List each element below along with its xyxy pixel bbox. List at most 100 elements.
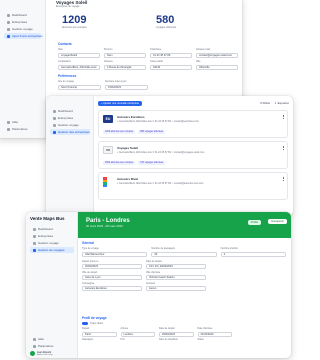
toggle-icon	[82, 322, 88, 325]
table-header: Passagers	[82, 338, 94, 341]
gear-icon	[33, 344, 36, 348]
field-phone[interactable]: 01 23 45 67 89	[150, 53, 192, 58]
table-cell[interactable]: 20/03/2023	[159, 331, 194, 337]
nav-dashboard[interactable]: Dashboard	[50, 108, 90, 114]
avatar	[30, 351, 35, 356]
field-departure-city[interactable]: Gare de Lyon	[82, 275, 142, 280]
table-header: Prix	[120, 338, 125, 341]
nav-dashboard[interactable]: Dashboard	[4, 12, 41, 18]
company-name: Autocars Rivet	[117, 177, 139, 181]
stat-trips: 580 voyages effectués	[156, 14, 177, 29]
nav-manage-trips[interactable]: Gestion de voyages	[30, 247, 74, 253]
table-cell[interactable]: 21/03/2023	[197, 331, 232, 337]
more-options-icon[interactable]	[283, 115, 284, 119]
nav-dashboard[interactable]: Dashboard	[30, 226, 74, 232]
save-button[interactable]: Enregistrer	[268, 219, 287, 224]
bus-icon	[7, 27, 10, 31]
dashboard-icon	[33, 227, 36, 231]
nav-settings[interactable]: Paramètres	[30, 343, 73, 349]
company-card[interactable]: Autocars Rivet ⌖ Germainvilliers, Alfort…	[98, 172, 288, 200]
add-company-button[interactable]: + Ajouter une nouvelle entreprise	[98, 100, 142, 106]
list-icon	[53, 130, 56, 134]
field-updated[interactable]: 15/03/2023	[105, 85, 148, 90]
page-subtitle: Entreprise de voyage	[56, 5, 80, 8]
field-airport[interactable]: Aucun	[146, 286, 206, 291]
nav-help[interactable]: Aide	[4, 119, 41, 125]
label-stops: Nombre d'arrêts	[220, 247, 238, 250]
nav-help[interactable]: Aide	[30, 336, 73, 342]
nav-companies[interactable]: Entreprises	[30, 233, 74, 239]
field-address[interactable]: 4 Route de l'Evangile	[104, 65, 146, 70]
status-badge: Publié	[247, 220, 261, 225]
label-departure-planned: Départ prévu le	[82, 259, 99, 263]
table-header: Départ	[82, 327, 90, 330]
trips-chip: 670 voyages effectués	[138, 161, 166, 165]
sidebar: Vente Maps Bus Dashboard Entreprises Ges…	[26, 212, 78, 358]
label-city: Ville	[196, 60, 201, 63]
direct-trip-toggle[interactable]: Trajet direct	[82, 322, 286, 325]
nav-companies[interactable]: Entreprises	[4, 19, 41, 25]
section-general: Général	[82, 241, 94, 245]
table-cell[interactable]: Londres	[120, 331, 155, 337]
dashboard-icon	[7, 13, 10, 17]
more-options-icon[interactable]	[283, 177, 284, 181]
nav-trips[interactable]: Gestion voyage	[50, 122, 90, 128]
trip-detail-window: Vente Maps Bus Dashboard Entreprises Ges…	[26, 212, 291, 358]
building-icon	[33, 234, 36, 238]
label-company: Compagnie	[82, 281, 95, 285]
field-departure-planned[interactable]: 20/03/2023	[82, 264, 142, 269]
company-card[interactable]: VS Voyages Soleil ⌖ Germainvilliers, Alf…	[98, 141, 288, 169]
section-contacts: Contacts	[58, 42, 72, 46]
field-location[interactable]: Germainvilliers, Alfortville-Loire	[58, 65, 100, 70]
label-phone: Téléphone	[150, 48, 162, 51]
export-button[interactable]: ⇩ Exporter	[274, 101, 289, 105]
stat-subscribers: 1209 Abonnés aux comptes	[62, 14, 87, 29]
company-logo	[103, 177, 107, 187]
field-trip-type[interactable]: Aller/Retour/Jour	[82, 251, 148, 257]
field-prenom[interactable]: Nom	[104, 53, 146, 58]
filter-button[interactable]: ▾ Filtrer	[260, 101, 270, 105]
field-departure-date[interactable]: 19 h 20 | 20/03/2023	[146, 264, 206, 269]
label-departure-city: Ville de départ	[82, 270, 98, 274]
sidebar: Dashboard Entreprises Gestion voyage Ajo…	[0, 0, 46, 138]
gear-icon	[7, 127, 10, 131]
field-stops[interactable]: 3	[220, 251, 286, 257]
label-zip: Code postal	[150, 60, 163, 63]
company-card[interactable]: EU Autocars Eurolines ⌖ Germainvilliers,…	[98, 110, 288, 138]
trip-table: Départ Arrivée Date de départ Date d'arr…	[82, 327, 232, 341]
plus-icon	[7, 34, 10, 38]
nav-companies[interactable]: Entreprises	[50, 115, 90, 121]
field-nom[interactable]: voyagesSoleil	[58, 53, 100, 58]
table-header: Date d'arrivée	[197, 327, 213, 330]
label-prenom: Prénom	[104, 48, 113, 51]
table-cell[interactable]: Paris	[82, 331, 117, 337]
bus-icon	[33, 241, 36, 245]
app-brand: Vente Maps Bus	[30, 216, 65, 221]
label-departure-date: Date de départ	[146, 259, 162, 263]
building-icon	[53, 116, 56, 120]
field-arrival-city[interactable]: Victoria Coach Station	[146, 275, 206, 280]
field-city[interactable]: Alfortville	[196, 65, 238, 70]
field-company[interactable]: Autocars Eurolines	[82, 286, 142, 291]
nav-manage-companies[interactable]: Gestion des entreprises	[50, 129, 90, 135]
sidebar: Dashboard Entreprises Gestion voyage Ges…	[46, 96, 94, 216]
label-address: Adresse	[104, 60, 113, 63]
subscribers-chip: 1500 abonnés aux comptes	[103, 161, 136, 165]
nav-trips[interactable]: Gestion voyage	[4, 26, 41, 32]
company-name: Voyages Soleil	[117, 146, 138, 150]
label-airport: Aéroport	[146, 281, 156, 285]
more-options-icon[interactable]	[283, 146, 284, 150]
nav-trips[interactable]: Gestion voyage	[30, 240, 74, 246]
user-profile[interactable]: Jean Dupont Admin Pass Voyo	[30, 351, 73, 356]
label-updated: Dernière mise à jour	[105, 80, 127, 83]
field-email[interactable]: contact@voyages-soleil.com	[196, 53, 238, 58]
nav-settings[interactable]: Paramètres	[4, 126, 41, 132]
route-icon	[33, 248, 36, 252]
table-header: Statut	[197, 338, 204, 341]
label-location: Localisation	[58, 60, 71, 63]
field-zip[interactable]: 94140	[150, 65, 192, 70]
field-passengers[interactable]: 40	[151, 251, 217, 257]
field-area[interactable]: Nord (France)	[58, 85, 101, 90]
nav-add-company[interactable]: Ajout d'une entreprises	[4, 33, 43, 39]
company-logo: EU	[103, 115, 113, 123]
